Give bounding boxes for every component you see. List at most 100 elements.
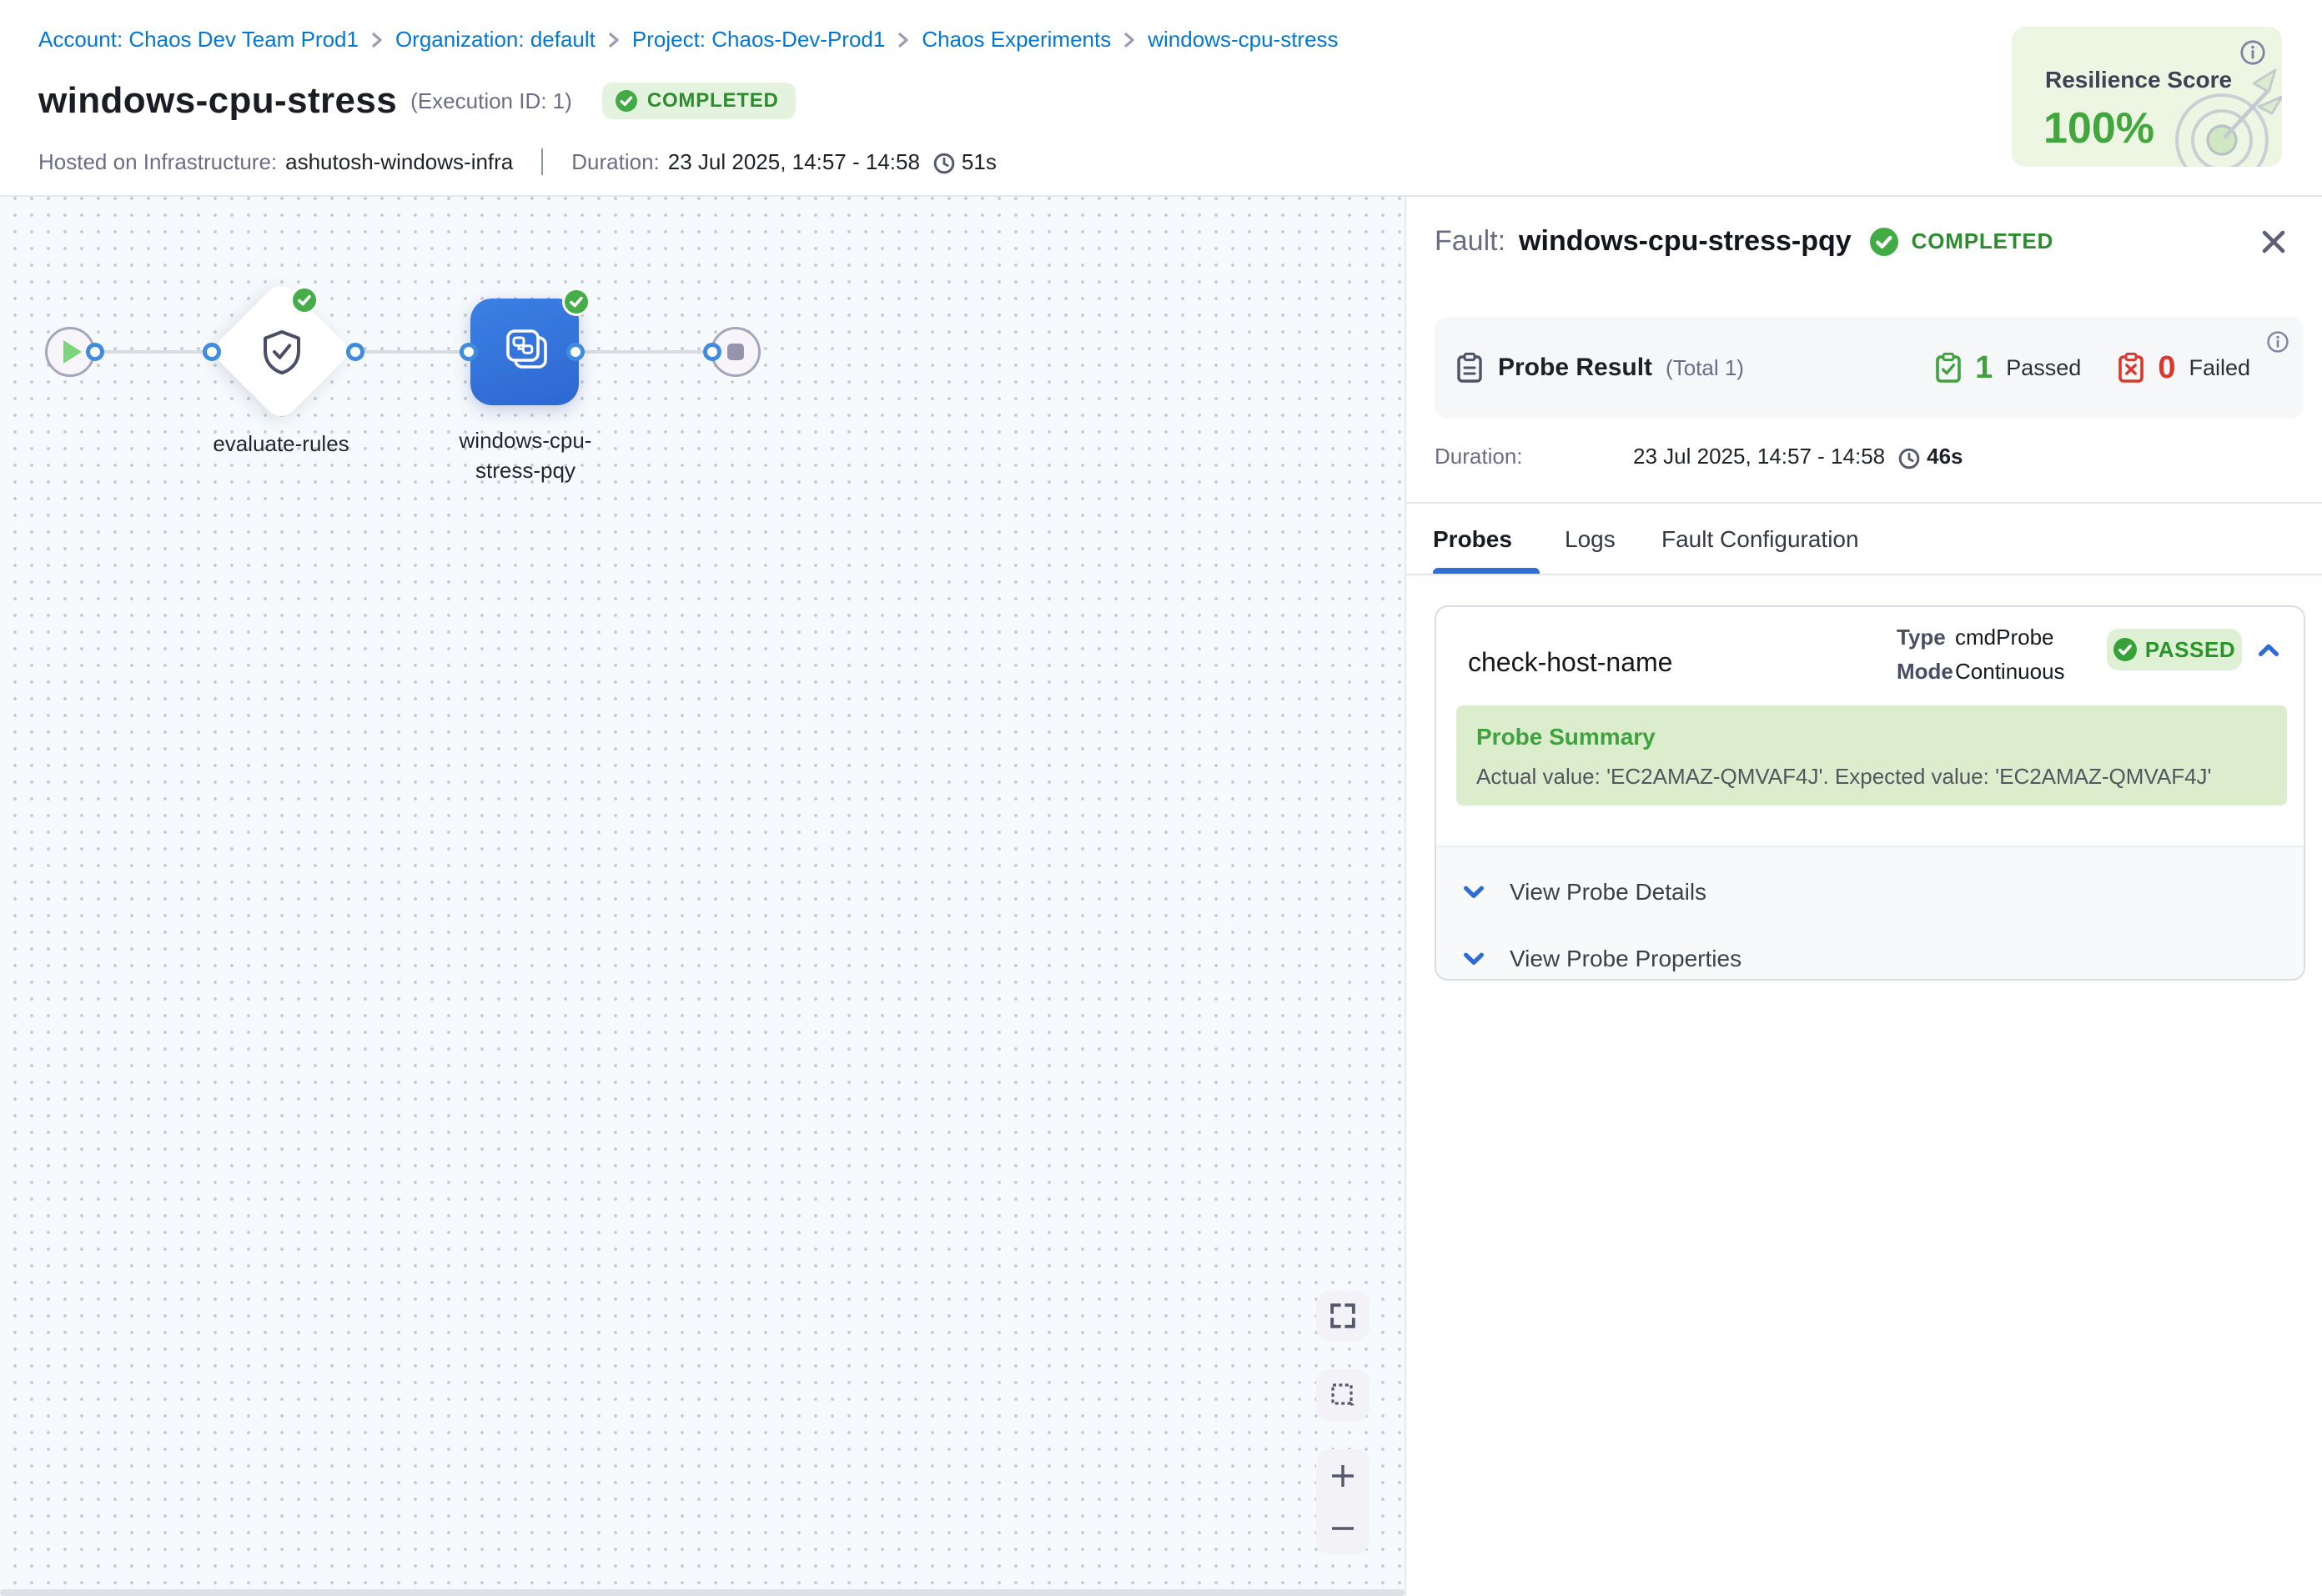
check-circle-icon: [1870, 228, 1898, 256]
probe-result-stats: 1 Passed 0 Failed: [1935, 317, 2250, 419]
view-probe-properties-toggle[interactable]: View Probe Properties: [1463, 934, 1742, 981]
probe-type-mode: Type cmdProbe Mode Continuous: [1897, 620, 2065, 689]
probe-result-total: (Total 1): [1666, 355, 1744, 381]
stop-icon: [727, 344, 744, 360]
page-header: Account: Chaos Dev Team Prod1 Organizati…: [0, 0, 2322, 197]
horizontal-scrollbar[interactable]: [0, 1589, 1405, 1596]
fault-cascade-icon: [495, 322, 555, 382]
connector-port: [346, 343, 364, 361]
selection-tool-button[interactable]: [1316, 1369, 1370, 1421]
info-icon[interactable]: [2267, 329, 2289, 359]
breadcrumb-project-link[interactable]: Project: Chaos-Dev-Prod1: [632, 27, 885, 53]
panel-tabs: Probes Logs Fault Configuration: [1406, 502, 2322, 575]
probe-result-title: Probe Result: [1498, 354, 1652, 382]
probe-card-footer: View Probe Details View Probe Properties: [1436, 846, 2304, 981]
probe-card-check-host-name: check-host-name Type cmdProbe Mode Conti…: [1435, 605, 2305, 981]
page-title: windows-cpu-stress: [38, 80, 397, 122]
resilience-score-title: Resilience Score: [2045, 67, 2232, 93]
step-success-check-icon: [562, 288, 591, 316]
tab-fault-configuration[interactable]: Fault Configuration: [1648, 504, 1872, 575]
tab-logs[interactable]: Logs: [1551, 504, 1629, 575]
step-label-evaluate-rules: evaluate-rules: [180, 429, 382, 459]
chevron-right-icon: [370, 32, 384, 48]
chaos-experiment-run-page: Account: Chaos Dev Team Prod1 Organizati…: [0, 0, 2322, 1596]
breadcrumb: Account: Chaos Dev Team Prod1 Organizati…: [38, 27, 1339, 53]
breadcrumb-current-experiment[interactable]: windows-cpu-stress: [1148, 27, 1338, 53]
probe-result-summary-card: Probe Result (Total 1) 1 Passed 0 Failed: [1435, 317, 2304, 419]
close-icon: [2260, 228, 2287, 255]
marquee-select-icon: [1329, 1382, 1356, 1408]
zoom-out-button[interactable]: [1316, 1502, 1370, 1554]
infra-value: ashutosh-windows-infra: [285, 149, 513, 175]
chevron-up-icon: [2258, 642, 2279, 659]
probe-status-label: PASSED: [2145, 637, 2236, 663]
probe-mode-value: Continuous: [1955, 655, 2065, 689]
shield-check-icon: [260, 329, 304, 375]
view-probe-details-label: View Probe Details: [1510, 879, 1706, 906]
pipeline-canvas[interactable]: evaluate-rules windows-cpu-stress-pqy: [0, 197, 1405, 1596]
zoom-controls: [1316, 1449, 1370, 1554]
breadcrumb-chaos-experiments-link[interactable]: Chaos Experiments: [922, 27, 1111, 53]
duration-value: 23 Jul 2025, 14:57 - 14:58: [668, 149, 920, 175]
chevron-right-icon: [607, 32, 621, 48]
fault-header: Fault: windows-cpu-stress-pqy COMPLETED: [1435, 225, 2053, 258]
failed-count: 0: [2158, 350, 2175, 386]
passed-label: Passed: [2006, 355, 2081, 381]
clipboard-icon: [1456, 352, 1483, 384]
fault-status-label: COMPLETED: [1912, 228, 2053, 254]
infra-label: Hosted on Infrastructure:: [38, 149, 277, 175]
fault-name: windows-cpu-stress-pqy: [1519, 225, 1852, 258]
active-tab-underline: [1433, 568, 1540, 574]
fullscreen-icon: [1330, 1303, 1355, 1328]
resilience-score-card: Resilience Score 100%: [2012, 27, 2282, 167]
execution-id: (Execution ID: 1): [410, 88, 572, 114]
connector-port: [566, 343, 585, 361]
clipboard-x-icon: [2118, 352, 2144, 384]
duration-elapsed: 51s: [962, 149, 997, 175]
breadcrumb-account-link[interactable]: Account: Chaos Dev Team Prod1: [38, 27, 359, 53]
close-panel-button[interactable]: [2250, 218, 2297, 265]
clipboard-check-icon: [1935, 352, 1962, 384]
probe-result-row: Probe Result (Total 1): [1456, 317, 1744, 419]
probe-status-badge: PASSED: [2107, 629, 2242, 670]
probe-type-value: cmdProbe: [1955, 620, 2054, 655]
connector-port: [703, 343, 721, 361]
tab-probes[interactable]: Probes: [1420, 504, 1525, 575]
view-probe-properties-label: View Probe Properties: [1510, 946, 1742, 972]
passed-count: 1: [1975, 350, 1993, 386]
connector-port: [203, 343, 221, 361]
vertical-divider: [541, 148, 543, 175]
experiment-status-label: COMPLETED: [647, 89, 779, 113]
step-success-check-icon: [290, 286, 319, 314]
chevron-right-icon: [1123, 32, 1136, 48]
plus-icon: [1329, 1463, 1356, 1489]
meta-row: Hosted on Infrastructure: ashutosh-windo…: [38, 148, 997, 175]
fault-label: Fault:: [1435, 225, 1505, 258]
clock-icon: [933, 153, 955, 174]
view-probe-details-toggle[interactable]: View Probe Details: [1463, 867, 1706, 917]
fault-duration-row: Duration: 23 Jul 2025, 14:57 - 14:58 46s: [1435, 444, 2304, 469]
probe-summary-title: Probe Summary: [1476, 724, 2267, 750]
check-circle-icon: [2113, 638, 2137, 661]
step-windows-cpu-stress-node[interactable]: [470, 299, 579, 405]
title-row: windows-cpu-stress (Execution ID: 1) COM…: [38, 80, 796, 122]
step-label-windows-cpu-stress: windows-cpu-stress-pqy: [445, 425, 606, 485]
fault-duration-value: 23 Jul 2025, 14:57 - 14:58: [1633, 444, 1885, 469]
pipeline-connector-line: [95, 350, 712, 354]
info-icon[interactable]: [2240, 40, 2265, 72]
experiment-status-badge: COMPLETED: [602, 83, 796, 119]
chevron-down-icon: [1463, 884, 1485, 901]
failed-label: Failed: [2189, 355, 2250, 381]
collapse-probe-button[interactable]: [2250, 635, 2287, 665]
clock-icon: [1898, 448, 1920, 469]
probe-type-label: Type: [1897, 620, 1955, 655]
duration-label: Duration:: [571, 149, 660, 175]
probe-summary-box: Probe Summary Actual value: 'EC2AMAZ-QMV…: [1456, 705, 2287, 806]
check-circle-icon: [616, 90, 637, 112]
zoom-in-button[interactable]: [1316, 1449, 1370, 1502]
breadcrumb-organization-link[interactable]: Organization: default: [395, 27, 596, 53]
probe-name: check-host-name: [1468, 647, 1672, 678]
connector-port: [86, 343, 104, 361]
fullscreen-button[interactable]: [1316, 1291, 1370, 1341]
fault-duration-label: Duration:: [1435, 444, 1633, 469]
